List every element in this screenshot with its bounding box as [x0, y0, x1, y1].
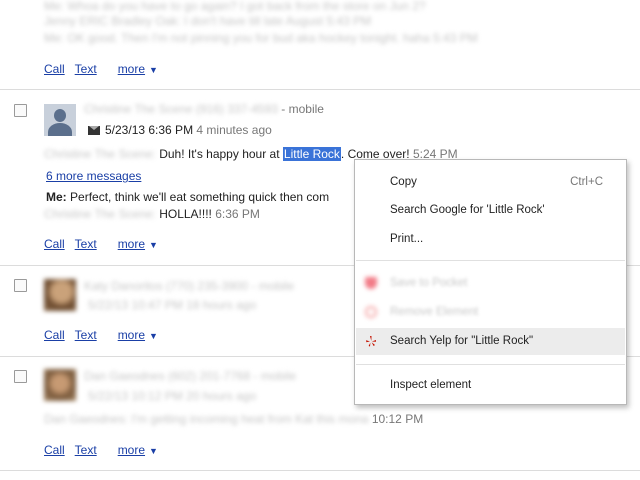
chevron-down-icon: ▼	[149, 65, 158, 75]
sender-name: Dan Gaeodnes:	[44, 412, 129, 426]
chevron-down-icon: ▼	[149, 240, 158, 250]
text-link[interactable]: Text	[75, 443, 97, 457]
menu-item-save-to-pocket[interactable]: Save to Pocket	[356, 272, 625, 294]
select-checkbox[interactable]	[14, 370, 27, 383]
call-link[interactable]: Call	[44, 443, 65, 457]
yelp-icon	[366, 336, 376, 347]
contact-phone: (770) 235-3900	[166, 279, 249, 293]
avatar	[44, 279, 76, 311]
message-date: 5/22/13 10:47 PM	[88, 298, 183, 312]
menu-item-remove-element[interactable]: Remove Element	[356, 301, 625, 323]
envelope-icon	[88, 126, 100, 135]
contact-name[interactable]: Dan Gaeodnes	[84, 369, 165, 383]
sender-name: Me:	[46, 190, 67, 204]
call-link[interactable]: Call	[44, 62, 65, 76]
remove-element-icon	[365, 306, 377, 318]
phone-type: - mobile	[281, 102, 324, 116]
menu-item-inspect-element[interactable]: Inspect element	[356, 374, 625, 396]
message-age: 4 minutes ago	[196, 123, 272, 137]
more-dropdown[interactable]: more ▼	[118, 237, 158, 251]
avatar	[44, 104, 76, 136]
text-link[interactable]: Text	[75, 62, 97, 76]
message-line: Jenny ERIC Bradley Oak: I don't have til…	[44, 14, 372, 28]
more-dropdown[interactable]: more ▼	[118, 443, 158, 457]
sender-name: Christine The Scene:	[44, 207, 156, 221]
message-text-start: Duh! It's happy hour at	[159, 147, 283, 161]
contact-phone: (916) 337-4593	[195, 102, 278, 116]
message-text: Perfect, think we'll eat something quick…	[70, 190, 330, 204]
context-menu: Copy Ctrl+C Search Google for 'Little Ro…	[354, 159, 627, 405]
message-line: Me: Whoa do you have to go again? I got …	[44, 0, 426, 13]
call-link[interactable]: Call	[44, 237, 65, 251]
contact-phone: (602) 201-7768	[168, 369, 251, 383]
avatar	[44, 369, 76, 401]
menu-item-search-google[interactable]: Search Google for 'Little Rock'	[356, 199, 625, 221]
shortcut-label: Ctrl+C	[570, 176, 603, 188]
thread-actions: Call Text more ▼	[44, 62, 158, 76]
select-checkbox[interactable]	[14, 104, 27, 117]
menu-item-search-yelp[interactable]: Search Yelp for "Little Rock"	[356, 328, 625, 355]
text-link[interactable]: Text	[75, 237, 97, 251]
message-text: HOLLA!!!!	[159, 207, 212, 221]
conversation-thread: Me: Whoa do you have to go again? I got …	[0, 0, 640, 90]
more-messages-link[interactable]: 6 more messages	[46, 169, 141, 183]
chevron-down-icon: ▼	[149, 331, 158, 341]
message-date: 5/23/13 6:36 PM	[105, 123, 194, 137]
more-dropdown[interactable]: more ▼	[118, 62, 158, 76]
message-text: I'm getting incoming heat from Kat this …	[131, 412, 369, 426]
sender-name: Christine The Scene:	[44, 147, 156, 161]
thread-actions: Call Text more ▼	[44, 443, 158, 457]
menu-separator	[356, 364, 625, 365]
select-checkbox[interactable]	[14, 279, 27, 292]
message-age: 18 hours ago	[186, 298, 257, 312]
menu-separator	[356, 260, 625, 261]
thread-actions: Call Text more ▼	[44, 328, 158, 342]
call-link[interactable]: Call	[44, 328, 65, 342]
contact-name[interactable]: Christine The Scene	[84, 102, 193, 116]
message-line: Me: OK good. Then I'm not pinning you fo…	[44, 31, 478, 45]
message-time: 10:12 PM	[371, 412, 424, 426]
text-link[interactable]: Text	[75, 328, 97, 342]
contact-name[interactable]: Katy Danoritos	[84, 279, 163, 293]
message-age: 20 hours ago	[186, 389, 257, 403]
phone-type: - mobile	[253, 369, 297, 383]
pocket-icon	[365, 277, 377, 289]
menu-item-copy[interactable]: Copy Ctrl+C	[356, 171, 625, 193]
chevron-down-icon: ▼	[149, 446, 158, 456]
more-dropdown[interactable]: more ▼	[118, 328, 158, 342]
message-time: 6:36 PM	[215, 207, 260, 221]
thread-actions: Call Text more ▼	[44, 237, 158, 251]
selected-text[interactable]: Little Rock	[282, 147, 341, 161]
message-date: 5/22/13 10:12 PM	[88, 389, 183, 403]
phone-type: - mobile	[251, 279, 295, 293]
menu-item-print[interactable]: Print...	[356, 228, 625, 250]
